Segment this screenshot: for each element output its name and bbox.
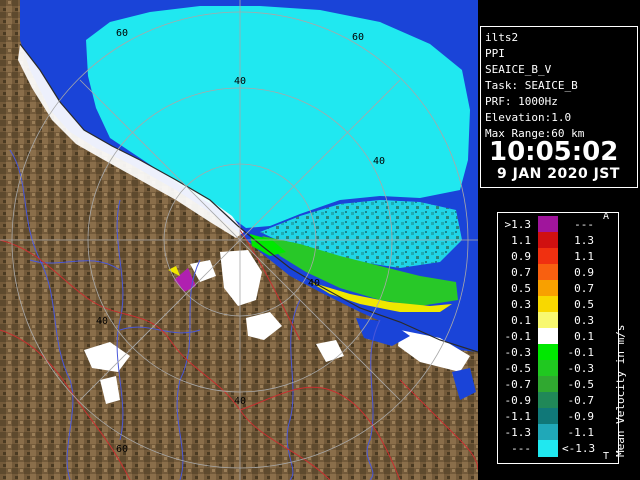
legend-unit: Mean Velocity in m/s <box>600 221 627 461</box>
legend-color-swatch <box>538 232 558 249</box>
legend-color-swatch <box>538 216 558 233</box>
legend-lower-bound: -0.9 <box>504 394 532 407</box>
legend-color-swatch <box>538 376 558 393</box>
legend-upper-bound: -1.1 <box>567 426 595 439</box>
legend-lower-bound: -0.3 <box>504 346 532 359</box>
task-name: Task: SEAICE_B <box>485 79 578 92</box>
scan-time: 10:05:02 <box>489 137 619 167</box>
legend-lower-bound: 0.7 <box>511 266 531 279</box>
legend-upper-bound: 1.3 <box>574 234 594 247</box>
legend-unit-label: Mean Velocity in m/s <box>614 324 627 457</box>
legend-lower-bound: -0.1 <box>504 330 532 343</box>
range-label: 60 <box>116 28 128 39</box>
legend-bottom-marker: T <box>603 451 610 462</box>
range-label: 60 <box>116 444 128 455</box>
elevation-value: Elevation:1.0 <box>485 111 572 124</box>
scan-mode: PPI <box>485 47 505 60</box>
legend-color-swatch <box>538 424 558 441</box>
legend-color-swatch <box>538 440 558 457</box>
legend-upper-bound: 0.1 <box>574 330 594 343</box>
site-name: ilts2 <box>485 31 519 44</box>
range-label: 40 <box>234 76 246 87</box>
scan-info-box: ilts2 PPI SEAICE_B_V Task: SEAICE_B PRF:… <box>480 26 638 188</box>
legend-lower-bound: 1.1 <box>511 234 531 247</box>
legend-lower-bound: 0.5 <box>511 282 531 295</box>
radar-map: 60 60 40 40 40 40 40 60 <box>0 0 478 480</box>
info-panel: ilts2 PPI SEAICE_B_V Task: SEAICE_B PRF:… <box>478 0 640 480</box>
legend-color-swatch <box>538 312 558 329</box>
legend-color-swatch <box>538 328 558 345</box>
legend-color-swatch <box>538 408 558 425</box>
legend-lower-bound: -0.5 <box>504 362 532 375</box>
legend-lower-bound: --- <box>511 442 531 455</box>
legend-color-swatch <box>538 392 558 409</box>
legend-lower-bound: 0.9 <box>511 250 531 263</box>
legend-top-marker: A <box>603 211 610 222</box>
legend-upper-bound: -0.1 <box>567 346 595 359</box>
legend-color-swatch <box>538 264 558 281</box>
legend-upper-bound: --- <box>574 218 594 231</box>
legend-upper-bound: -0.3 <box>567 362 595 375</box>
range-label: 60 <box>352 32 364 43</box>
legend-upper-bound: -0.7 <box>567 394 595 407</box>
range-label: 40 <box>373 156 385 167</box>
range-label: 40 <box>96 316 108 327</box>
legend-lower-bound: -1.1 <box>504 410 532 423</box>
legend-upper-bound: 0.9 <box>574 266 594 279</box>
range-label: 40 <box>234 396 246 407</box>
prf-value: PRF: 1000Hz <box>485 95 558 108</box>
radar-ppi-display[interactable]: 60 60 40 40 40 40 40 60 <box>0 0 478 480</box>
legend-color-swatch <box>538 280 558 297</box>
legend-lower-bound: 0.1 <box>511 314 531 327</box>
velocity-legend: >1.3 --- 1.1 1.3 0.9 1.1 0.7 0.9 0.5 0.7 0.3 0.5 0.1… <box>497 211 627 464</box>
legend-lower-bound: >1.3 <box>504 218 532 231</box>
legend-color-swatch <box>538 360 558 377</box>
legend-upper-bound: -0.5 <box>567 378 595 391</box>
legend-lower-bound: -0.7 <box>504 378 532 391</box>
scan-date: 9 JAN 2020 JST <box>497 166 620 182</box>
legend-lower-bound: -1.3 <box>504 426 532 439</box>
range-label: 40 <box>308 278 320 289</box>
legend-color-swatch <box>538 296 558 313</box>
product-name: SEAICE_B_V <box>485 63 552 76</box>
legend-color-swatch <box>538 344 558 361</box>
legend-upper-bound: 1.1 <box>574 250 594 263</box>
legend-upper-bound: 0.5 <box>574 298 594 311</box>
legend-color-swatch <box>538 248 558 265</box>
legend-upper-bound: 0.3 <box>574 314 594 327</box>
legend-upper-bound: <-1.3 <box>562 442 596 455</box>
legend-upper-bound: 0.7 <box>574 282 594 295</box>
legend-upper-bound: -0.9 <box>567 410 595 423</box>
legend-lower-bound: 0.3 <box>511 298 531 311</box>
